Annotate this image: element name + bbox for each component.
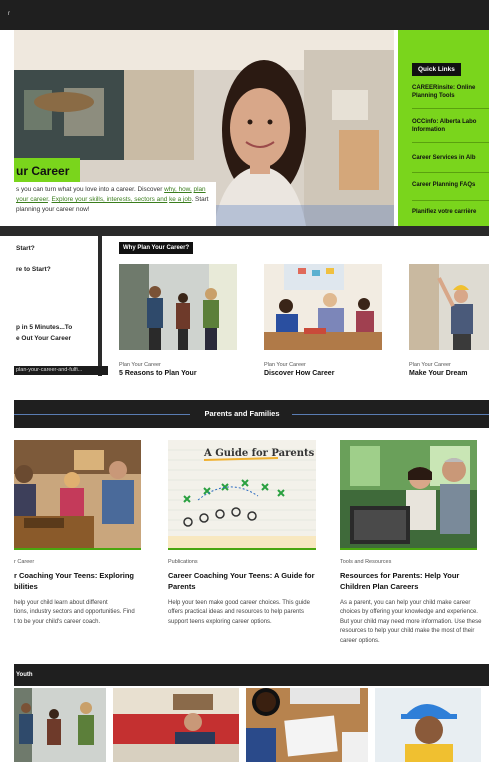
desc-line: career options. bbox=[340, 637, 380, 644]
desc-line: t to be your child's career coach. bbox=[14, 618, 101, 625]
parents-card-image-1[interactable] bbox=[14, 440, 141, 550]
parents-card-image-3[interactable] bbox=[340, 440, 477, 550]
link-job[interactable]: ke a job bbox=[169, 196, 191, 203]
five-minutes-link[interactable]: p in 5 Minutes...To e Out Your Career bbox=[16, 322, 72, 344]
divider bbox=[412, 200, 489, 201]
parents-families-title: Parents and Families bbox=[204, 409, 280, 418]
desc-line: choices by offering your knowledge and e… bbox=[340, 609, 478, 616]
five-minutes-line-2: e Out Your Career bbox=[16, 335, 72, 342]
divider bbox=[412, 108, 489, 109]
quick-link-faqs[interactable]: Career Planning FAQs bbox=[412, 181, 489, 189]
hero-title: ur Career bbox=[14, 158, 80, 184]
link-explore-skills[interactable]: Explore your skills, interests, sectors … bbox=[52, 196, 168, 203]
section-gap bbox=[0, 376, 489, 400]
youth-card-image-1[interactable] bbox=[14, 688, 106, 762]
parents-card-desc-1: help your child learn about different tio… bbox=[14, 599, 154, 627]
desc-line: offers practical ideas and resources to … bbox=[168, 609, 304, 616]
why-card-meta-3: Plan Your Career bbox=[409, 362, 451, 368]
youth-card-image-4[interactable] bbox=[375, 688, 481, 762]
hero-description: s you can turn what you love into a care… bbox=[14, 182, 216, 226]
link-how[interactable]: how, bbox=[179, 186, 192, 193]
desc-line: Help your teen make good career choices.… bbox=[168, 600, 310, 606]
divider bbox=[412, 172, 489, 173]
title-line: r Coaching Your Teens: Exploring bbox=[14, 571, 135, 580]
where-to-start-heading: Start? bbox=[16, 245, 35, 252]
section-divider bbox=[0, 226, 489, 236]
youth-band: Youth bbox=[14, 664, 489, 686]
divider bbox=[412, 142, 489, 143]
title-line: Career Coaching Your Teens: A Guide for bbox=[168, 571, 315, 580]
why-card-meta-1: Plan Your Career bbox=[119, 362, 161, 368]
parents-card-image-2[interactable]: A Guide for Parents bbox=[168, 440, 316, 550]
parents-card-title-3[interactable]: Resources for Parents: Help Your Children… bbox=[340, 570, 485, 592]
parents-card-meta-3: Tools and Resources bbox=[340, 559, 392, 565]
desc-line: tions, industry sectors and opportunitie… bbox=[14, 609, 135, 616]
quick-link-careerinsite[interactable]: CAREERinsite: Online Planning Tools bbox=[412, 84, 489, 100]
hero-text: s you can turn what you love into a care… bbox=[16, 186, 165, 193]
youth-card-image-2[interactable] bbox=[113, 688, 239, 762]
why-card-image-1[interactable] bbox=[119, 264, 237, 350]
where-to-start-card: Start? re to Start? p in 5 Minutes...To … bbox=[14, 236, 102, 376]
desc-line: help your child learn about different bbox=[14, 600, 108, 606]
why-card-image-2[interactable] bbox=[264, 264, 382, 350]
quick-links-header: Quick Links bbox=[412, 63, 461, 76]
guide-image-text: A Guide for Parents bbox=[203, 448, 315, 459]
status-url: plan-your-career-and-fulfi... bbox=[14, 366, 108, 375]
where-to-start-link[interactable]: re to Start? bbox=[16, 266, 51, 273]
parents-card-meta-2: Publications bbox=[168, 559, 198, 565]
why-plan-header: Why Plan Your Career? bbox=[119, 242, 194, 254]
desc-line: But your child may need more information… bbox=[340, 618, 482, 625]
quick-link-occinfo[interactable]: OCCinfo: Alberta Labo Information bbox=[412, 118, 489, 134]
youth-title: Youth bbox=[16, 672, 33, 678]
parents-card-title-2[interactable]: Career Coaching Your Teens: A Guide for P… bbox=[168, 570, 328, 592]
title-line: bilities bbox=[14, 582, 38, 591]
desc-line: As a parent, you can help your child mak… bbox=[340, 600, 471, 606]
why-card-image-3[interactable] bbox=[409, 264, 489, 350]
top-navigation-bar: r bbox=[0, 0, 489, 30]
quick-links-panel: Quick Links CAREERinsite: Online Plannin… bbox=[398, 30, 489, 226]
title-line: Children Plan Careers bbox=[340, 582, 419, 591]
youth-card-image-3[interactable] bbox=[246, 688, 368, 762]
parents-card-desc-2: Help your teen make good career choices.… bbox=[168, 599, 330, 627]
link-why[interactable]: why, bbox=[164, 186, 178, 193]
parents-card-meta-1: r Career bbox=[14, 559, 35, 565]
parents-card-desc-3: As a parent, you can help your child mak… bbox=[340, 599, 489, 646]
hero-banner: ur Career s you can turn what you love i… bbox=[14, 30, 394, 226]
quick-link-planifiez[interactable]: Planifiez votre carrière bbox=[412, 208, 489, 216]
breadcrumb[interactable]: r bbox=[8, 11, 10, 17]
parents-families-band: Parents and Families bbox=[14, 400, 489, 428]
five-minutes-line-1: p in 5 Minutes...To bbox=[16, 324, 73, 331]
title-line: Resources for Parents: Help Your bbox=[340, 571, 460, 580]
parents-card-title-1[interactable]: r Coaching Your Teens: Exploring bilities bbox=[14, 570, 154, 592]
why-card-meta-2: Plan Your Career bbox=[264, 362, 306, 368]
desc-line: support teens exploring career options. bbox=[168, 618, 272, 625]
desc-line: resources to help your child make the mo… bbox=[340, 628, 475, 635]
title-line: Parents bbox=[168, 582, 196, 591]
quick-link-career-services[interactable]: Career Services in Alb bbox=[412, 154, 489, 162]
